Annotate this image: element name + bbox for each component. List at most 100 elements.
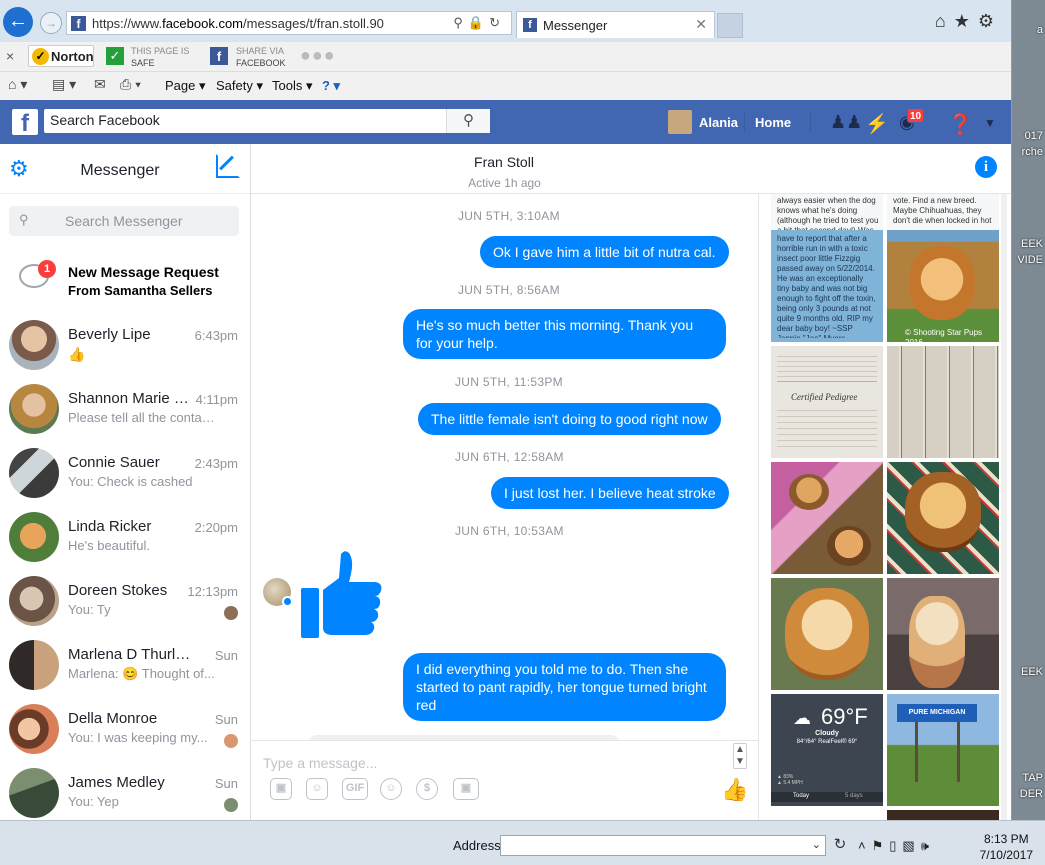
pomeranian-photo [827,526,871,566]
messenger-icon[interactable]: ⚡ [865,112,889,136]
messenger-search-input[interactable] [65,213,235,229]
close-toolbar-icon[interactable]: × [6,48,14,64]
share-via-facebook[interactable]: SHARE VIA FACEBOOK [236,45,286,69]
conversation-item[interactable]: Linda Ricker 2:20pm He's beautiful. [0,504,250,568]
feeds-icon[interactable]: ▤ ▾ [52,76,76,93]
shared-photo[interactable]: have to report that after a horrible run… [771,230,883,342]
request-count-badge: 1 [38,260,56,278]
safe-check-icon[interactable]: ✓ [106,47,124,65]
battery-icon[interactable]: ▯ [889,838,902,853]
outgoing-message[interactable]: He's so much better this morning. Thank … [403,309,726,359]
facebook-search-input[interactable] [50,112,440,128]
message-input[interactable] [263,755,723,777]
close-tab-icon[interactable]: ✕ [695,16,707,33]
avatar [9,640,59,690]
payment-icon[interactable]: $ [416,778,438,800]
gif-icon[interactable]: GIF [342,778,368,800]
conversation-item[interactable]: Della Monroe Sun You: I was keeping my..… [0,696,250,760]
safety-menu[interactable]: Safety ▾ [216,78,263,94]
refresh-icon[interactable]: ↻ [829,835,851,856]
cloud-icon: ☁ [793,708,811,728]
game-icon[interactable]: ▣ [453,778,479,800]
conversation-time: 6:43pm [194,328,238,343]
conversation-item[interactable]: Shannon Marie C... 4:11pm Please tell al… [0,376,250,440]
messenger-title: Messenger [80,162,160,179]
search-icon[interactable]: ⚲ [446,109,490,133]
composer-scroll-arrows[interactable]: ▲ ▼ [733,743,747,769]
chevron-down-icon[interactable]: ⌄ [812,838,821,851]
photo-icon[interactable]: ▣ [270,778,292,800]
conversation-preview: You: Yep [68,794,119,809]
contact-name[interactable]: Fran Stoll [474,154,534,170]
home-icon[interactable]: ⌂ [935,11,954,31]
conversation-preview: Marlena: 😊 Thought of... [68,666,215,681]
shared-photo[interactable]: © Shooting Star Pups 2016 [887,230,999,342]
conversation-item[interactable]: Connie Sauer 2:43pm You: Check is cashed [0,440,250,504]
desktop-text: VIDE [1017,254,1043,266]
media-scrollbar[interactable] [1001,194,1007,820]
share-facebook-icon[interactable]: f [210,47,228,65]
compose-icon[interactable] [216,154,240,178]
back-button[interactable]: ← [3,7,33,37]
print-icon[interactable]: ⎙ ▾ [120,76,141,93]
outgoing-message[interactable]: The little female isn't doing to good ri… [418,403,721,435]
outgoing-message[interactable]: I did everything you told me to do. Then… [403,653,726,721]
conversation-item[interactable]: Marlena D Thurlow Sun Marlena: 😊 Thought… [0,632,250,696]
help-menu[interactable]: ? ▾ [322,78,340,94]
chevron-up-icon[interactable]: ˄ [858,838,872,853]
volume-icon[interactable]: 🕪 [921,838,935,853]
conversation-item[interactable]: James Medley Sun You: Yep [0,760,250,820]
account-menu-icon[interactable]: ▼ [984,116,996,130]
thumbs-up-send-icon[interactable]: 👍 [721,777,748,803]
weather-screenshot[interactable]: ☁ 69°F Cloudy 84°/64° RealFeel® 69° ▲ 83… [771,694,883,806]
message-request-item[interactable]: 1 New Message Request From Samantha Sell… [0,252,250,304]
home-icon[interactable]: ⌂ ▾ [8,76,27,93]
system-clock[interactable]: 8:13 PM 7/10/2017 [980,831,1033,863]
norton-logo[interactable]: ✓ Norton [28,45,94,67]
shared-photo[interactable] [887,346,999,458]
conversation-item[interactable]: Beverly Lipe 6:43pm 👍 [0,312,250,376]
search-icon[interactable]: ⚲ [453,15,468,30]
friend-requests-icon[interactable]: ♟♟ [830,112,862,133]
info-icon[interactable]: i [975,156,997,178]
conversation-header: Fran Stoll Active 1h ago [251,144,1011,194]
flag-icon[interactable]: ⚑ [872,838,890,853]
shared-photo[interactable] [887,810,999,820]
sticker-icon[interactable]: ☺ [306,778,328,800]
more-options-icon[interactable]: ●●● [300,45,336,66]
tools-menu[interactable]: Tools ▾ [272,78,313,94]
shared-photo[interactable] [771,578,883,690]
shared-photo[interactable] [887,578,999,690]
emoji-icon[interactable]: ☺ [380,778,402,800]
shared-photo[interactable]: PURE MICHIGAN [887,694,999,806]
address-toolbar-input[interactable] [501,836,801,855]
outgoing-message[interactable]: I just lost her. I believe heat stroke [491,477,729,509]
favorites-star-icon[interactable]: ★ [954,11,978,31]
shared-photo[interactable] [887,462,999,574]
page-menu[interactable]: Page ▾ [165,78,206,94]
forward-button[interactable]: → [40,12,62,34]
outgoing-message[interactable]: Ok I gave him a little bit of nutra cal. [480,236,729,268]
refresh-icon[interactable]: ↻ [489,15,505,30]
help-icon[interactable]: ❓ [948,112,973,137]
mail-icon[interactable]: ✉ [94,76,106,93]
large-thumbs-up-sticker[interactable] [299,550,383,640]
conversation-item[interactable]: Doreen Stokes 12:13pm You: Ty [0,568,250,632]
tab-messenger[interactable]: f Messenger ✕ [516,11,715,38]
address-bar[interactable]: f https://www.facebook.com/messages/t/fr… [66,11,512,35]
shared-photo[interactable]: always easier when the dog knows what he… [771,194,883,230]
settings-gear-icon[interactable]: ⚙ [978,11,1002,31]
shared-photo[interactable] [771,462,883,574]
request-title: New Message Request [68,264,219,280]
signal-icon[interactable]: ▧ [902,838,920,853]
facebook-logo[interactable]: f [12,109,38,137]
shared-photo[interactable]: Certified Pedigree [771,346,883,458]
shared-photo[interactable]: vote. Find a new breed. Maybe Chihuahuas… [887,194,999,230]
pure-michigan-sign: PURE MICHIGAN [897,704,977,722]
weather-tabs: Today 5 days [771,792,883,802]
new-tab-button[interactable] [717,13,743,38]
norton-toolbar: × ✓ Norton ✓ THIS PAGE IS SAFE f SHARE VI… [0,42,1011,72]
desktop-text: rche [1021,146,1043,158]
lock-icon[interactable]: 🔒 [468,15,489,30]
home-link[interactable]: Home [755,115,791,130]
